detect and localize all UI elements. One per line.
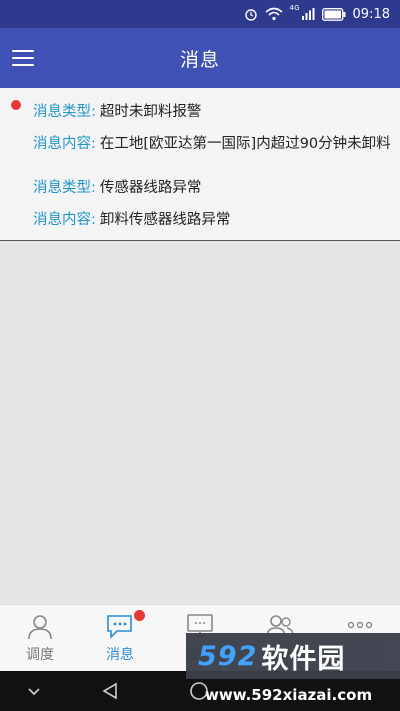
- wifi-icon: [265, 7, 283, 21]
- page-title: 消息: [179, 48, 220, 71]
- chevron-down-icon[interactable]: [26, 681, 42, 705]
- message-content-row: 消息内容: 在工地[欧亚达第一国际]内超过90分钟未卸料: [33, 132, 393, 152]
- nav-label: 消息: [106, 647, 134, 663]
- message-list[interactable]: 消息类型: 超时未卸料报警 消息内容: 在工地[欧亚达第一国际]内超过90分钟未…: [0, 88, 400, 241]
- nav-label: 调度: [26, 647, 54, 663]
- hamburger-icon-line: [12, 64, 34, 66]
- message-type-value: 超时未卸料报警: [99, 104, 202, 120]
- signal-icon: [301, 7, 315, 21]
- message-type-label: 消息类型:: [33, 104, 96, 120]
- notification-badge: [134, 610, 145, 621]
- message-type-row: 消息类型: 传感器线路异常: [33, 176, 393, 196]
- nav-item-dispatch[interactable]: 调度: [0, 605, 80, 672]
- message-type-value: 传感器线路异常: [99, 180, 202, 196]
- message-content-value: 卸料传感器线路异常: [99, 212, 231, 228]
- chat-icon: [107, 615, 132, 639]
- message-content-row: 消息内容: 卸料传感器线路异常: [33, 208, 393, 228]
- message-content-label: 消息内容:: [33, 136, 96, 152]
- watermark-text: 软件园: [261, 643, 346, 675]
- hamburger-icon-line: [12, 57, 34, 59]
- watermark-url: www.592xiazai.com: [205, 686, 373, 704]
- menu-button[interactable]: [12, 47, 34, 69]
- watermark-number: 592: [198, 640, 258, 672]
- status-time: 09:18: [352, 6, 390, 22]
- message-content-label: 消息内容:: [33, 212, 96, 228]
- battery-icon: [321, 7, 346, 21]
- app-header: 消息: [0, 28, 400, 88]
- person-icon: [28, 615, 52, 640]
- message-content-value: 在工地[欧亚达第一国际]内超过90分钟未卸料: [99, 136, 391, 152]
- message-type-row: 消息类型: 超时未卸料报警: [33, 100, 393, 120]
- nav-item-messages[interactable]: 消息: [80, 605, 160, 672]
- status-bar: 4G 09:18: [0, 0, 400, 28]
- back-icon[interactable]: [100, 681, 120, 705]
- message-type-label: 消息类型:: [33, 180, 96, 196]
- unread-indicator: [11, 100, 21, 110]
- alarm-icon: [244, 7, 258, 21]
- watermark-logo: 592 软件园: [186, 633, 400, 679]
- hamburger-icon: [12, 50, 34, 52]
- network-type-label: 4G: [289, 4, 300, 12]
